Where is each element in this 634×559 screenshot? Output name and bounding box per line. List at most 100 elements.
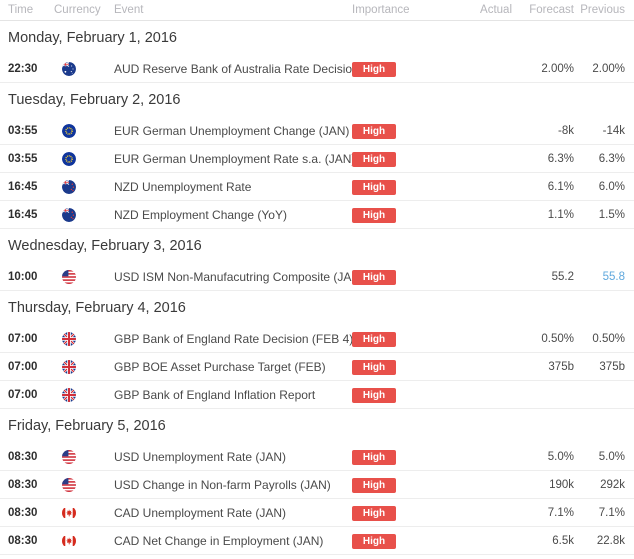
event-currency-flag: [54, 359, 114, 374]
calendar-event-row[interactable]: 16:45 NZD Employment Change (YoY) High 1.1%…: [0, 201, 634, 229]
flag-canada-icon: [62, 505, 76, 520]
event-importance: High: [352, 477, 452, 493]
event-previous-value: 375b: [599, 360, 625, 373]
flag-canada-icon: [62, 533, 76, 548]
event-time: 08:30: [8, 506, 38, 519]
event-time: 08:30: [8, 450, 38, 463]
event-name[interactable]: NZD Unemployment Rate: [114, 180, 352, 194]
calendar-event-row[interactable]: 08:30 CAD Net Change in Employment (JAN) H…: [0, 527, 634, 555]
economic-calendar: Time Currency Event Importance Actual Fo…: [0, 0, 634, 555]
event-previous-value: 6.3%: [598, 152, 625, 165]
event-currency-flag: [54, 61, 114, 76]
event-time: 07:00: [8, 388, 38, 401]
date-group-heading: Friday, February 5, 2016: [8, 418, 166, 434]
calendar-event-row[interactable]: 07:00 GBP BOE Asset Purchase Target (FEB)…: [0, 353, 634, 381]
importance-badge: High: [352, 151, 396, 167]
event-forecast-value: 6.1%: [547, 180, 574, 193]
event-forecast-value: 5.0%: [547, 450, 574, 463]
calendar-event-row[interactable]: 16:45 NZD Unemployment Rate High 6.1% 6.0%: [0, 173, 634, 201]
flag-australia-icon: [62, 61, 76, 76]
date-group-heading: Monday, February 1, 2016: [8, 30, 177, 46]
flag-united-states-icon: [62, 477, 76, 492]
importance-badge: High: [352, 179, 396, 195]
event-name[interactable]: USD Change in Non-farm Payrolls (JAN): [114, 478, 352, 492]
importance-badge: High: [352, 359, 396, 375]
event-name[interactable]: USD Unemployment Rate (JAN): [114, 450, 352, 464]
column-header-currency[interactable]: Currency: [54, 4, 114, 16]
importance-badge: High: [352, 61, 396, 77]
flag-new-zealand-icon: [62, 179, 76, 194]
event-time: 07:00: [8, 360, 38, 373]
event-importance: High: [352, 387, 452, 403]
calendar-event-row[interactable]: 07:00 GBP Bank of England Rate Decision (…: [0, 325, 634, 353]
event-previous-value: 5.0%: [598, 450, 625, 463]
importance-badge: High: [352, 533, 396, 549]
event-time: 03:55: [8, 124, 38, 137]
event-name[interactable]: GBP Bank of England Inflation Report: [114, 388, 352, 402]
event-name[interactable]: NZD Employment Change (YoY): [114, 208, 352, 222]
event-time: 10:00: [8, 270, 38, 283]
calendar-event-row[interactable]: 03:55 EUR German Unemployment Rate s.a. (…: [0, 145, 634, 173]
importance-badge: High: [352, 269, 396, 285]
event-time: 03:55: [8, 152, 38, 165]
event-previous-value: 1.5%: [598, 208, 625, 221]
event-previous-value: 0.50%: [592, 332, 625, 345]
calendar-body: Monday, February 1, 2016 22:30 AUD Reserve…: [0, 21, 634, 555]
flag-united-states-icon: [62, 269, 76, 284]
column-header-actual[interactable]: Actual: [452, 4, 512, 16]
importance-badge: High: [352, 505, 396, 521]
date-group-heading: Tuesday, February 2, 2016: [8, 92, 181, 108]
calendar-event-row[interactable]: 10:00 USD ISM Non-Manufacutring Composite…: [0, 263, 634, 291]
column-header-previous[interactable]: Previous: [574, 4, 634, 16]
event-previous-value: -14k: [602, 124, 625, 137]
event-importance: High: [352, 179, 452, 195]
event-currency-flag: [54, 151, 114, 166]
calendar-event-row[interactable]: 22:30 AUD Reserve Bank of Australia Rate …: [0, 55, 634, 83]
calendar-event-row[interactable]: 08:30 CAD Unemployment Rate (JAN) High 7.1%…: [0, 499, 634, 527]
event-name[interactable]: AUD Reserve Bank of Australia Rate Decis…: [114, 62, 352, 76]
event-currency-flag: [54, 331, 114, 346]
event-importance: High: [352, 151, 452, 167]
event-name[interactable]: CAD Net Change in Employment (JAN): [114, 534, 352, 548]
date-group-heading: Wednesday, February 3, 2016: [8, 238, 202, 254]
calendar-column-headers: Time Currency Event Importance Actual Fo…: [0, 0, 634, 21]
flag-united-kingdom-icon: [62, 387, 76, 402]
column-header-event[interactable]: Event: [114, 4, 352, 16]
event-previous-value[interactable]: 55.8: [574, 271, 634, 283]
column-header-importance[interactable]: Importance: [352, 4, 452, 16]
event-importance: High: [352, 269, 452, 285]
event-time: 16:45: [8, 180, 38, 193]
calendar-event-row[interactable]: 07:00 GBP Bank of England Inflation Repor…: [0, 381, 634, 409]
importance-badge: High: [352, 387, 396, 403]
event-name[interactable]: GBP Bank of England Rate Decision (FEB 4…: [114, 332, 352, 346]
flag-europe-icon: [62, 151, 76, 166]
event-importance: High: [352, 359, 452, 375]
calendar-event-row[interactable]: 03:55 EUR German Unemployment Change (JAN…: [0, 117, 634, 145]
event-previous-value: 2.00%: [592, 62, 625, 75]
event-name[interactable]: GBP BOE Asset Purchase Target (FEB): [114, 360, 352, 374]
event-name[interactable]: USD ISM Non-Manufacutring Composite (JAN…: [114, 270, 352, 284]
flag-united-kingdom-icon: [62, 359, 76, 374]
event-importance: High: [352, 449, 452, 465]
column-header-time[interactable]: Time: [0, 4, 54, 16]
event-forecast-value: 2.00%: [541, 62, 574, 75]
column-header-forecast[interactable]: Forecast: [512, 4, 574, 16]
flag-united-kingdom-icon: [62, 331, 76, 346]
event-currency-flag: [54, 449, 114, 464]
calendar-event-row[interactable]: 08:30 USD Unemployment Rate (JAN) High 5.0%…: [0, 443, 634, 471]
importance-badge: High: [352, 123, 396, 139]
event-forecast-value: 55.2: [551, 270, 574, 283]
event-name[interactable]: CAD Unemployment Rate (JAN): [114, 506, 352, 520]
event-previous-value: 292k: [600, 478, 625, 491]
event-currency-flag: [54, 505, 114, 520]
calendar-event-row[interactable]: 08:30 USD Change in Non-farm Payrolls (JA…: [0, 471, 634, 499]
event-time: 08:30: [8, 478, 38, 491]
event-currency-flag: [54, 387, 114, 402]
date-group-heading: Thursday, February 4, 2016: [8, 300, 186, 316]
event-importance: High: [352, 533, 452, 549]
event-currency-flag: [54, 207, 114, 222]
event-name[interactable]: EUR German Unemployment Rate s.a. (JAN): [114, 152, 352, 166]
event-time: 22:30: [8, 62, 38, 75]
event-name[interactable]: EUR German Unemployment Change (JAN): [114, 124, 352, 138]
event-currency-flag: [54, 477, 114, 492]
